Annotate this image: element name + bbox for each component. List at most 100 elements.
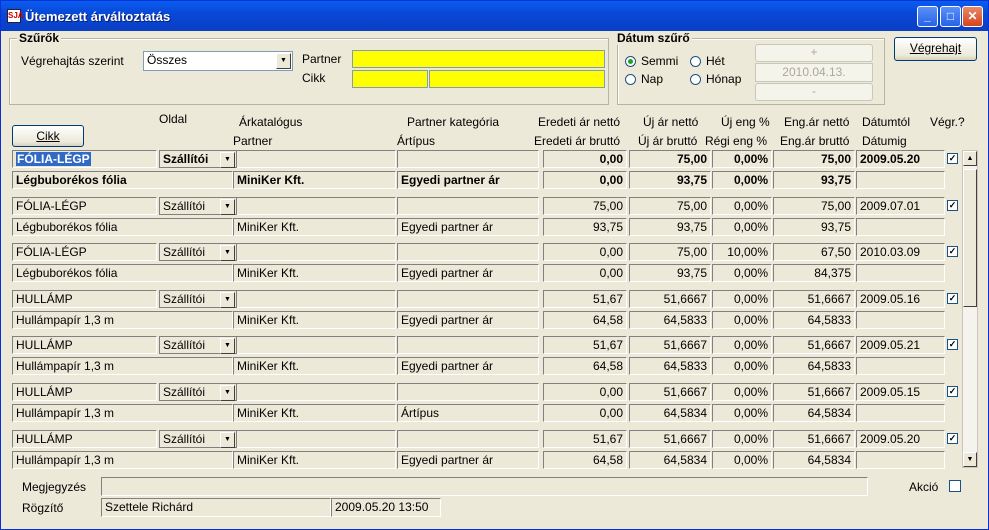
- eng-netto-field[interactable]: 51,6667: [773, 383, 855, 401]
- partner-kategoria-field[interactable]: [397, 383, 539, 401]
- uj-eng-field[interactable]: 0,00%: [712, 430, 772, 448]
- eredeti-netto-field[interactable]: 51,67: [543, 336, 627, 354]
- partner-kategoria-field[interactable]: [397, 290, 539, 308]
- cikk-code-field[interactable]: FÓLIA-LÉGP: [12, 243, 157, 261]
- partner-kategoria-field[interactable]: [397, 430, 539, 448]
- eredeti-netto-field[interactable]: 0,00: [543, 243, 627, 261]
- eng-netto-field[interactable]: 51,6667: [773, 290, 855, 308]
- datumig-field[interactable]: [856, 404, 945, 422]
- uj-netto-field[interactable]: 51,6667: [629, 430, 711, 448]
- uj-eng-field[interactable]: 0,00%: [712, 150, 772, 168]
- partner-kategoria-field[interactable]: [397, 150, 539, 168]
- datumig-field[interactable]: [856, 171, 945, 189]
- arkatalogus-field[interactable]: [233, 243, 396, 261]
- datumtol-field[interactable]: 2010.03.09: [856, 243, 945, 261]
- uj-netto-field[interactable]: 51,6667: [629, 336, 711, 354]
- execute-button[interactable]: Végrehajt: [894, 37, 977, 61]
- oldal-select[interactable]: Szállítói ▼: [159, 197, 237, 215]
- datumtol-field[interactable]: 2009.05.15: [856, 383, 945, 401]
- partner-kategoria-field[interactable]: [397, 197, 539, 215]
- cikk-name-input[interactable]: [429, 70, 605, 88]
- eredeti-netto-field[interactable]: 0,00: [543, 150, 627, 168]
- cikk-sort-button[interactable]: Cikk: [12, 125, 84, 147]
- uj-eng-field[interactable]: 0,00%: [712, 336, 772, 354]
- oldal-select[interactable]: Szállítói ▼: [159, 336, 237, 354]
- chevron-down-icon[interactable]: ▼: [220, 245, 235, 261]
- partner-filter-input[interactable]: [352, 50, 605, 68]
- chevron-down-icon[interactable]: ▼: [220, 292, 235, 308]
- uj-eng-field[interactable]: 10,00%: [712, 243, 772, 261]
- arkatalogus-field[interactable]: [233, 430, 396, 448]
- vertical-scrollbar[interactable]: ▲ ▼: [962, 150, 978, 468]
- date-plus-button[interactable]: +: [755, 44, 873, 62]
- eng-netto-field[interactable]: 75,00: [773, 197, 855, 215]
- datumig-field[interactable]: [856, 451, 945, 469]
- arkatalogus-field[interactable]: [233, 290, 396, 308]
- chevron-down-icon[interactable]: ▼: [220, 338, 235, 354]
- oldal-select[interactable]: Szállítói ▼: [159, 383, 237, 401]
- date-field[interactable]: 2010.04.13.: [755, 63, 873, 82]
- chevron-down-icon[interactable]: ▼: [220, 199, 235, 215]
- radio-nap[interactable]: [625, 74, 636, 85]
- megjegyzes-field[interactable]: [101, 477, 868, 496]
- vegrehajtva-checkbox[interactable]: ✓: [947, 386, 958, 397]
- arkatalogus-field[interactable]: [233, 336, 396, 354]
- datumtol-field[interactable]: 2009.07.01: [856, 197, 945, 215]
- scroll-down-icon[interactable]: ▼: [963, 452, 977, 467]
- uj-eng-field[interactable]: 0,00%: [712, 197, 772, 215]
- eng-netto-field[interactable]: 51,6667: [773, 430, 855, 448]
- chevron-down-icon[interactable]: ▼: [276, 53, 291, 69]
- arkatalogus-field[interactable]: [233, 150, 396, 168]
- cikk-code-field[interactable]: HULLÁMP: [12, 383, 157, 401]
- datumig-field[interactable]: [856, 311, 945, 329]
- arkatalogus-field[interactable]: [233, 383, 396, 401]
- arkatalogus-field[interactable]: [233, 197, 396, 215]
- uj-netto-field[interactable]: 51,6667: [629, 290, 711, 308]
- uj-netto-field[interactable]: 75,00: [629, 197, 711, 215]
- vegrehajtva-checkbox[interactable]: ✓: [947, 246, 958, 257]
- oldal-select[interactable]: Szállítói ▼: [159, 290, 237, 308]
- eng-netto-field[interactable]: 67,50: [773, 243, 855, 261]
- cikk-code-field[interactable]: HULLÁMP: [12, 290, 157, 308]
- cikk-code-input[interactable]: [352, 70, 428, 88]
- datumig-field[interactable]: [856, 357, 945, 375]
- eredeti-netto-field[interactable]: 75,00: [543, 197, 627, 215]
- exec-filter-select[interactable]: Összes ▼: [143, 51, 293, 71]
- partner-kategoria-field[interactable]: [397, 336, 539, 354]
- akcio-checkbox[interactable]: [949, 480, 961, 492]
- eredeti-netto-field[interactable]: 51,67: [543, 290, 627, 308]
- minimize-button[interactable]: _: [917, 6, 938, 27]
- vegrehajtva-checkbox[interactable]: ✓: [947, 339, 958, 350]
- chevron-down-icon[interactable]: ▼: [220, 432, 235, 448]
- partner-kategoria-field[interactable]: [397, 243, 539, 261]
- datumtol-field[interactable]: 2009.05.20: [856, 150, 945, 168]
- title-bar[interactable]: SJA Ütemezett árváltoztatás _ □ ✕: [1, 1, 988, 31]
- scroll-up-icon[interactable]: ▲: [963, 151, 977, 166]
- date-minus-button[interactable]: -: [755, 83, 873, 101]
- maximize-button[interactable]: □: [940, 6, 961, 27]
- datumig-field[interactable]: [856, 264, 945, 282]
- radio-semmi[interactable]: [625, 56, 636, 67]
- cikk-code-field[interactable]: HULLÁMP: [12, 336, 157, 354]
- radio-het[interactable]: [690, 56, 701, 67]
- uj-netto-field[interactable]: 75,00: [629, 243, 711, 261]
- eredeti-netto-field[interactable]: 51,67: [543, 430, 627, 448]
- vegrehajtva-checkbox[interactable]: ✓: [947, 293, 958, 304]
- vegrehajtva-checkbox[interactable]: ✓: [947, 433, 958, 444]
- oldal-select[interactable]: Szállítói ▼: [159, 150, 237, 168]
- cikk-code-field[interactable]: HULLÁMP: [12, 430, 157, 448]
- uj-netto-field[interactable]: 51,6667: [629, 383, 711, 401]
- radio-honap[interactable]: [690, 74, 701, 85]
- eng-netto-field[interactable]: 51,6667: [773, 336, 855, 354]
- cikk-code-field[interactable]: FÓLIA-LÉGP: [12, 150, 157, 168]
- oldal-select[interactable]: Szállítói ▼: [159, 430, 237, 448]
- cikk-code-field[interactable]: FÓLIA-LÉGP: [12, 197, 157, 215]
- scroll-thumb[interactable]: [963, 169, 977, 307]
- vegrehajtva-checkbox[interactable]: ✓: [947, 200, 958, 211]
- oldal-select[interactable]: Szállítói ▼: [159, 243, 237, 261]
- datumtol-field[interactable]: 2009.05.16: [856, 290, 945, 308]
- eng-netto-field[interactable]: 75,00: [773, 150, 855, 168]
- close-button[interactable]: ✕: [962, 6, 983, 27]
- uj-eng-field[interactable]: 0,00%: [712, 290, 772, 308]
- eredeti-netto-field[interactable]: 0,00: [543, 383, 627, 401]
